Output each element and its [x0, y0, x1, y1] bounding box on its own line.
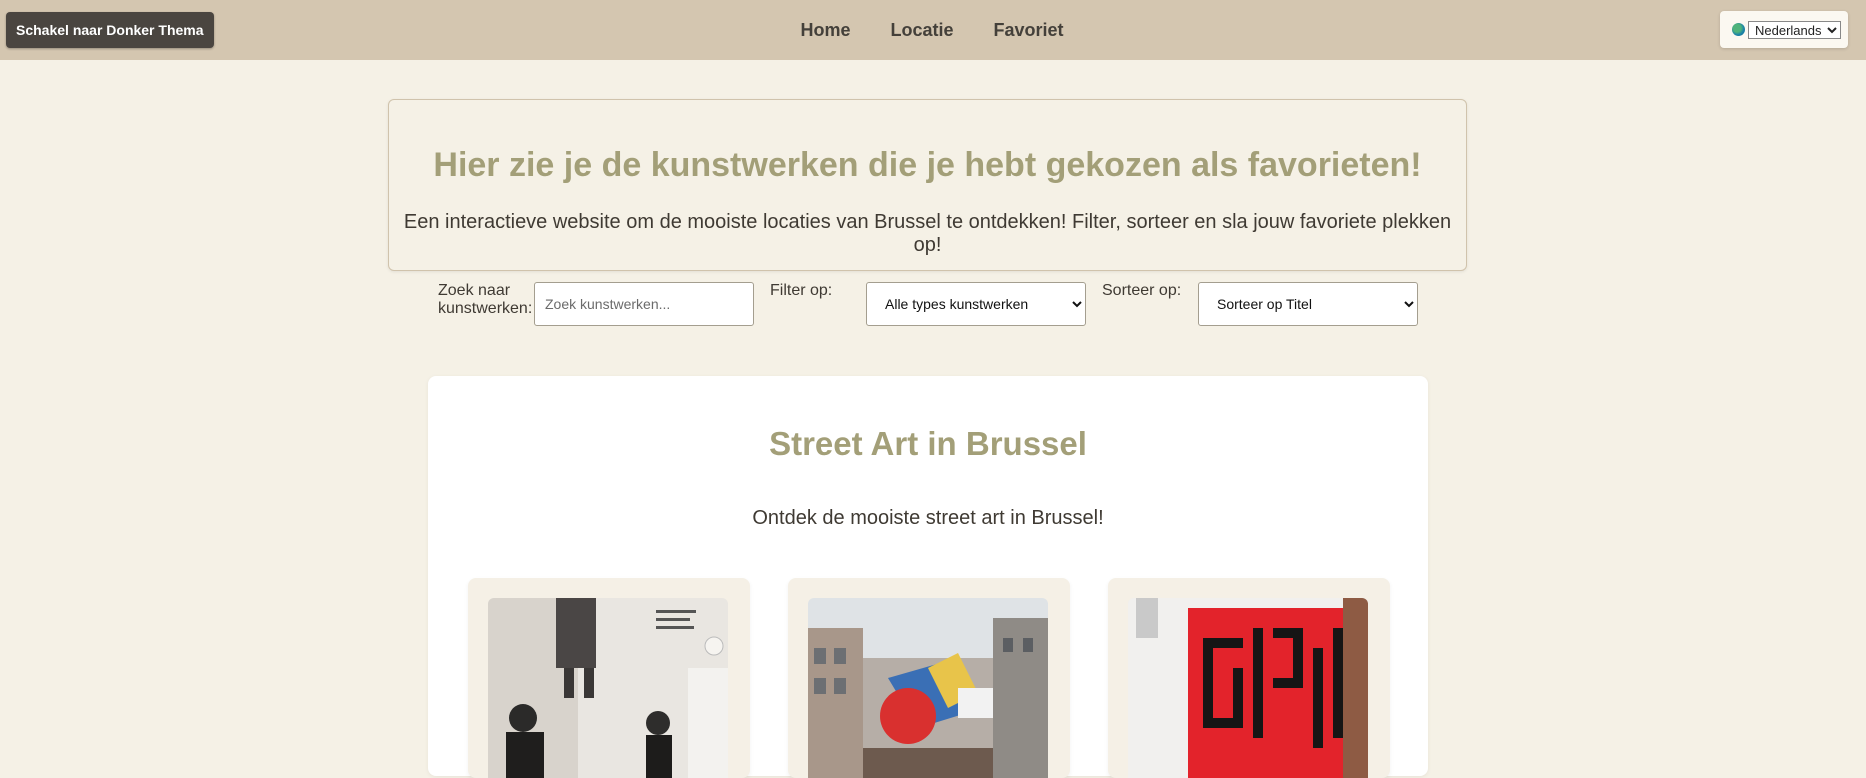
search-label-line-1: Zoek naar: [438, 282, 511, 299]
language-switcher: Nederlands: [1720, 11, 1848, 48]
hero-subtitle: Een interactieve website om de mooiste l…: [403, 211, 1452, 256]
main-nav: Home Locatie Favoriet: [0, 0, 1866, 60]
section-title: Street Art in Brussel: [769, 425, 1087, 462]
search-label-line-2: kunstwerken:: [438, 300, 533, 317]
artwork-card[interactable]: [1108, 578, 1390, 778]
filter-label: Filter op:: [770, 282, 833, 299]
type-filter-select[interactable]: Alle types kunstwerken: [866, 282, 1086, 326]
globe-icon: [1732, 23, 1745, 36]
artwork-image: [488, 598, 728, 778]
search-label: Zoek naar kunstwerken:: [438, 282, 532, 318]
artwork-card[interactable]: [788, 578, 1070, 778]
search-input[interactable]: [534, 282, 754, 326]
nav-link-favoriet[interactable]: Favoriet: [994, 20, 1064, 41]
nav-link-locatie[interactable]: Locatie: [890, 20, 953, 41]
filter-bar: Zoek naar kunstwerken: Filter op: Alle t…: [0, 282, 1866, 327]
hero-banner: Hier zie je de kunstwerken die je hebt g…: [388, 99, 1467, 271]
artwork-card[interactable]: [468, 578, 750, 778]
language-select[interactable]: Nederlands: [1748, 20, 1841, 39]
sort-label: Sorteer op:: [1102, 282, 1182, 299]
artwork-image: [1128, 598, 1368, 778]
hero-title: Hier zie je de kunstwerken die je hebt g…: [433, 146, 1422, 184]
nav-link-home[interactable]: Home: [800, 20, 850, 41]
artwork-image: [808, 598, 1048, 778]
section-subtitle: Ontdek de mooiste street art in Brussel!: [752, 507, 1104, 529]
sort-select[interactable]: Sorteer op Titel: [1198, 282, 1418, 326]
